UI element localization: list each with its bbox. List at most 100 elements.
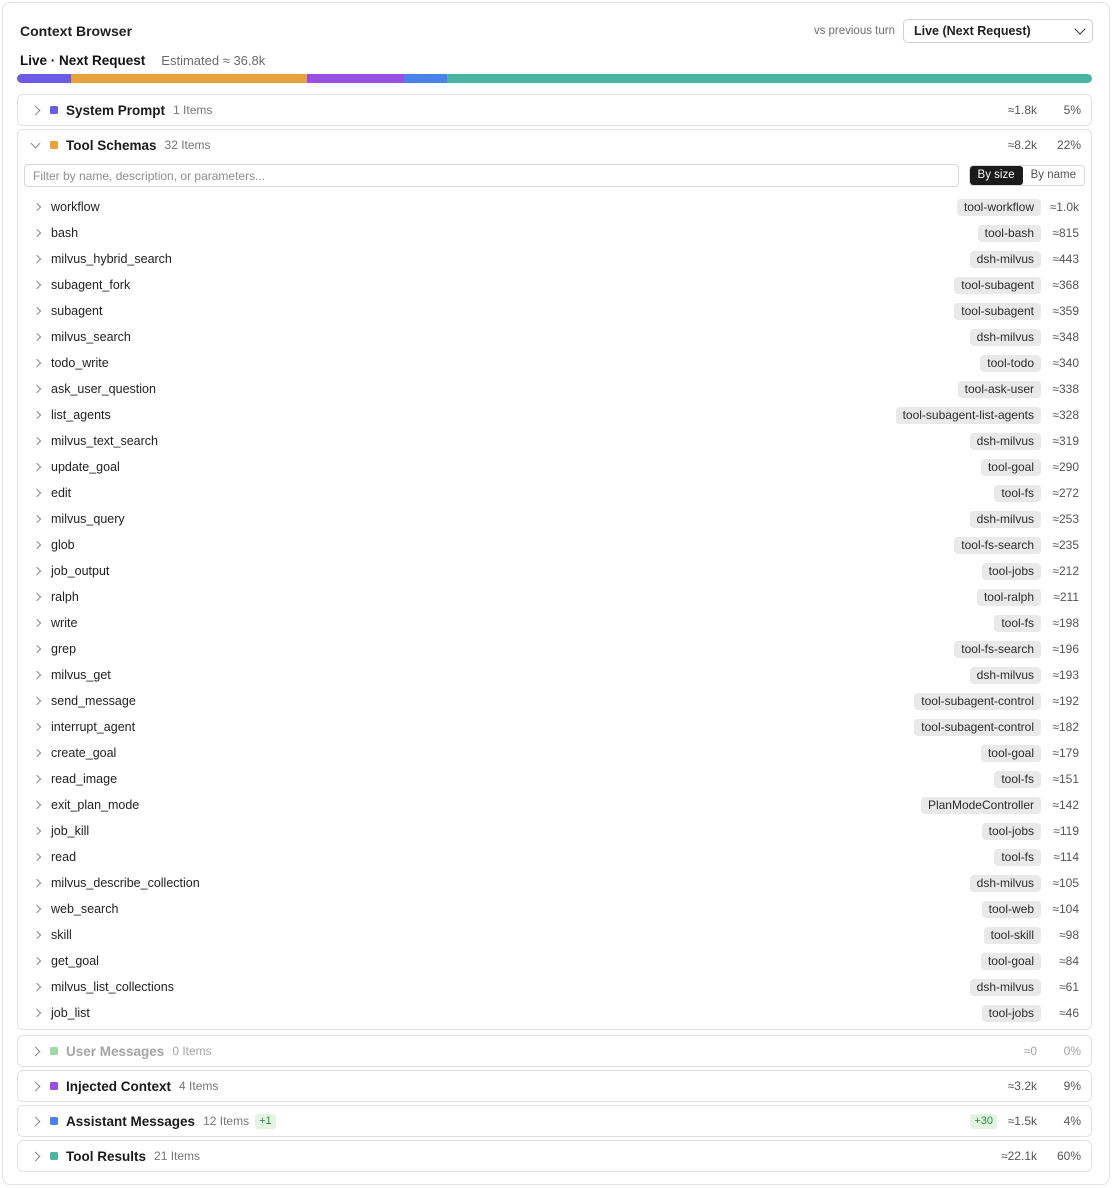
chevron-right-icon (32, 280, 42, 290)
chevron-right-icon (32, 384, 42, 394)
tool-row[interactable]: milvus_hybrid_search dsh-milvus ≈443 (18, 246, 1091, 272)
chevron-right-icon (32, 618, 42, 628)
tool-row[interactable]: get_goal tool-goal ≈84 (18, 948, 1091, 974)
tool-row[interactable]: web_search tool-web ≈104 (18, 896, 1091, 922)
tool-row[interactable]: subagent tool-subagent ≈359 (18, 298, 1091, 324)
usage-segment (447, 74, 1092, 83)
chevron-right-icon (32, 1008, 42, 1018)
tool-row[interactable]: read_image tool-fs ≈151 (18, 766, 1091, 792)
chevron-right-icon (32, 254, 42, 264)
section-tool-results: Tool Results 21 Items ≈22.1k 60% (17, 1140, 1092, 1172)
tool-row[interactable]: skill tool-skill ≈98 (18, 922, 1091, 948)
tool-row[interactable]: ralph tool-ralph ≈211 (18, 584, 1091, 610)
tool-row[interactable]: list_agents tool-subagent-list-agents ≈328 (18, 402, 1091, 428)
tool-tokens: ≈105 (1052, 876, 1079, 890)
color-swatch (50, 1047, 58, 1055)
tool-row[interactable]: todo_write tool-todo ≈340 (18, 350, 1091, 376)
tool-name: send_message (51, 694, 136, 708)
section-percent: 9% (1063, 1079, 1081, 1093)
section-header[interactable]: Assistant Messages 12 Items +1 +30 ≈1.5k… (18, 1106, 1091, 1136)
section-count: 1 Items (173, 103, 213, 117)
tool-tokens: ≈290 (1052, 460, 1079, 474)
tool-row[interactable]: edit tool-fs ≈272 (18, 480, 1091, 506)
sort-by-name-button[interactable]: By name (1023, 166, 1084, 185)
tool-row[interactable]: interrupt_agent tool-subagent-control ≈182 (18, 714, 1091, 740)
tool-tag: dsh-milvus (969, 510, 1041, 528)
tool-row[interactable]: milvus_search dsh-milvus ≈348 (18, 324, 1091, 350)
tool-row[interactable]: milvus_describe_collection dsh-milvus ≈105 (18, 870, 1091, 896)
usage-segment (17, 74, 71, 83)
sort-toggle: By size By name (968, 165, 1085, 186)
tool-tokens: ≈272 (1052, 486, 1079, 500)
section-header[interactable]: User Messages 0 Items ≈0 0% (18, 1036, 1091, 1066)
tool-row[interactable]: bash tool-bash ≈815 (18, 220, 1091, 246)
section-header[interactable]: Tool Results 21 Items ≈22.1k 60% (18, 1141, 1091, 1171)
tool-row[interactable]: subagent_fork tool-subagent ≈368 (18, 272, 1091, 298)
chevron-right-icon (32, 930, 42, 940)
section-count: 12 Items (203, 1114, 250, 1128)
tool-tokens: ≈443 (1052, 252, 1079, 266)
tool-name: ralph (51, 590, 79, 604)
new-items-badge: +1 (255, 1113, 276, 1129)
section-tokens: ≈1.5k (1007, 1114, 1037, 1128)
tool-row[interactable]: job_list tool-jobs ≈46 (18, 1000, 1091, 1026)
section-title: Injected Context (66, 1078, 172, 1094)
tool-row[interactable]: ask_user_question tool-ask-user ≈338 (18, 376, 1091, 402)
tool-name: job_list (51, 1006, 90, 1020)
tool-tag: dsh-milvus (969, 328, 1041, 346)
section-title: System Prompt (66, 102, 166, 118)
section-count: 32 Items (164, 138, 211, 152)
tool-row[interactable]: send_message tool-subagent-control ≈192 (18, 688, 1091, 714)
tool-row[interactable]: milvus_list_collections dsh-milvus ≈61 (18, 974, 1091, 1000)
chevron-right-icon (32, 696, 42, 706)
tool-row[interactable]: create_goal tool-goal ≈179 (18, 740, 1091, 766)
tool-tag: tool-fs (994, 848, 1041, 866)
tool-name: list_agents (51, 408, 111, 422)
tool-tokens: ≈193 (1052, 668, 1079, 682)
tool-row[interactable]: exit_plan_mode PlanModeController ≈142 (18, 792, 1091, 818)
chevron-right-icon (32, 644, 42, 654)
tool-name: subagent_fork (51, 278, 131, 292)
filter-input[interactable] (24, 164, 959, 187)
tool-name: web_search (51, 902, 119, 916)
chevron-right-icon (32, 800, 42, 810)
page-title: Context Browser (20, 23, 133, 39)
chevron-right-icon (32, 904, 42, 914)
tool-tag: tool-jobs (981, 562, 1041, 580)
tool-row[interactable]: job_output tool-jobs ≈212 (18, 558, 1091, 584)
tool-tag: tool-subagent-control (914, 718, 1041, 736)
color-swatch (50, 141, 58, 149)
chevron-right-icon (32, 436, 42, 446)
chevron-right-icon (32, 228, 42, 238)
tool-tokens: ≈61 (1059, 980, 1079, 994)
section-tool-schemas: Tool Schemas 32 Items ≈8.2k 22% By size … (17, 129, 1092, 1030)
tool-row[interactable]: milvus_text_search dsh-milvus ≈319 (18, 428, 1091, 454)
tool-tokens: ≈319 (1052, 434, 1079, 448)
tool-tag: tool-ralph (976, 588, 1041, 606)
tool-row[interactable]: grep tool-fs-search ≈196 (18, 636, 1091, 662)
tool-tokens: ≈198 (1052, 616, 1079, 630)
section-header[interactable]: System Prompt 1 Items ≈1.8k 5% (18, 95, 1091, 125)
tool-tag: tool-todo (980, 354, 1041, 372)
section-header[interactable]: Tool Schemas 32 Items ≈8.2k 22% (18, 130, 1091, 160)
section-header[interactable]: Injected Context 4 Items ≈3.2k 9% (18, 1071, 1091, 1101)
tool-row[interactable]: milvus_query dsh-milvus ≈253 (18, 506, 1091, 532)
chevron-right-icon (32, 748, 42, 758)
tool-name: grep (51, 642, 77, 656)
tool-row[interactable]: glob tool-fs-search ≈235 (18, 532, 1091, 558)
section-tokens: ≈3.2k (1007, 1079, 1037, 1093)
tool-row[interactable]: workflow tool-workflow ≈1.0k (18, 194, 1091, 220)
tool-tag: tool-fs (994, 484, 1041, 502)
tool-row[interactable]: write tool-fs ≈198 (18, 610, 1091, 636)
tool-tokens: ≈119 (1053, 824, 1079, 838)
tool-row[interactable]: job_kill tool-jobs ≈119 (18, 818, 1091, 844)
tool-name: read (51, 850, 77, 864)
request-select[interactable]: Live (Next Request) (903, 19, 1093, 43)
sort-by-size-button[interactable]: By size (969, 166, 1023, 185)
tool-name: milvus_hybrid_search (51, 252, 172, 266)
tool-row[interactable]: read tool-fs ≈114 (18, 844, 1091, 870)
tool-name: milvus_query (51, 512, 125, 526)
tool-tokens: ≈151 (1052, 772, 1079, 786)
tool-row[interactable]: milvus_get dsh-milvus ≈193 (18, 662, 1091, 688)
tool-row[interactable]: update_goal tool-goal ≈290 (18, 454, 1091, 480)
